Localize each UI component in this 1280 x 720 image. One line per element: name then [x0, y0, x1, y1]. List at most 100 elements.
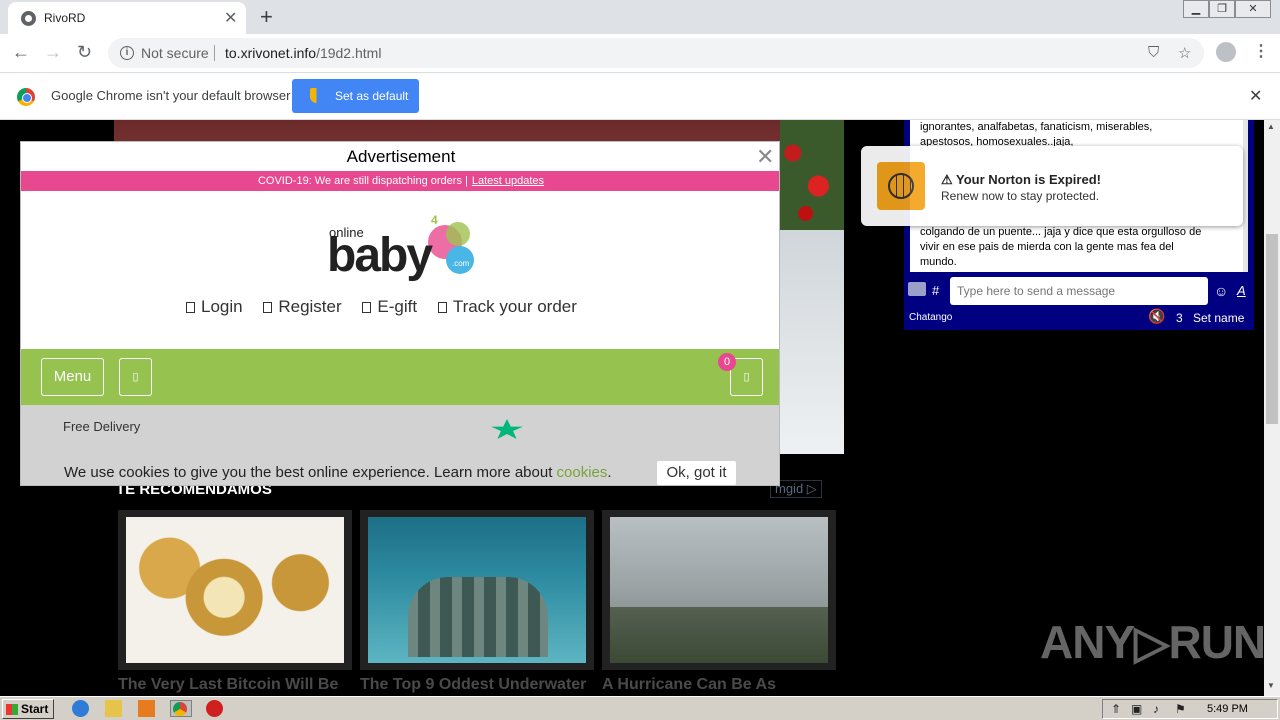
mute-icon[interactable]: 🔇 — [1148, 308, 1165, 325]
bookmark-star-icon[interactable]: ☆ — [1178, 44, 1191, 62]
url-text[interactable]: to.xrivonet.info/19d2.html — [225, 45, 381, 61]
ad-nav-bar: Menu ▯ ▯ 0 — [21, 349, 779, 405]
stop-icon[interactable] — [206, 700, 223, 717]
info-icon[interactable]: i — [120, 46, 134, 60]
chat-brand[interactable]: Chatango — [909, 312, 952, 323]
latest-updates-link[interactable]: Latest updates — [472, 175, 544, 187]
chrome-menu-icon[interactable]: ⋮ — [1253, 41, 1269, 61]
chat-line: mundo. — [920, 256, 957, 268]
user-count: 3 — [1176, 311, 1183, 325]
emoji-icon[interactable]: ☺ — [1214, 283, 1228, 299]
chrome-icon — [173, 702, 187, 716]
start-button[interactable]: Start — [2, 699, 54, 719]
omnibox-divider — [214, 45, 215, 61]
account-links: Login Register E-gift Track your order — [186, 297, 593, 317]
blocked-popup-icon[interactable]: ⛉ — [1148, 44, 1159, 61]
underwater-image[interactable] — [368, 517, 586, 663]
windows-flag-icon — [6, 704, 18, 715]
tray-expand-icon[interactable]: ⇑ — [1111, 702, 1121, 716]
register-link[interactable]: Register — [263, 297, 342, 316]
covid-text: COVID-19: We are still dispatching order… — [257, 175, 468, 187]
profile-avatar[interactable] — [1216, 42, 1236, 62]
default-browser-infobar: Google Chrome isn't your default browser… — [0, 72, 1280, 120]
explorer-folder-icon[interactable] — [105, 700, 122, 717]
menu-button[interactable]: Menu — [41, 358, 104, 396]
logo-com: .com — [452, 259, 470, 268]
new-tab-button[interactable]: + — [260, 4, 273, 30]
logo-four: 4 — [431, 213, 438, 227]
minimize-button[interactable]: ▁ — [1183, 0, 1209, 18]
card-caption-3[interactable]: A Hurricane Can Be As — [602, 676, 776, 694]
camera-icon[interactable] — [908, 282, 926, 296]
text-style-icon[interactable]: A — [1237, 283, 1246, 298]
uac-shield-icon — [310, 88, 323, 103]
set-as-default-button[interactable]: Set as default — [292, 79, 419, 113]
reload-button[interactable]: ↻ — [77, 42, 92, 63]
search-button[interactable]: ▯ — [119, 358, 152, 396]
clock[interactable]: 5:49 PM — [1207, 703, 1248, 715]
ie-icon[interactable] — [72, 700, 89, 717]
system-tray: ⇑ ▣ ♪ ⚑ 5:49 PM — [1102, 699, 1278, 719]
gift-icon — [362, 302, 372, 313]
windows-taskbar: Start ⇑ ▣ ♪ ⚑ 5:49 PM — [0, 696, 1280, 720]
scrollbar-thumb[interactable] — [1266, 234, 1278, 424]
norton-notification[interactable]: ⚠ Your Norton is Expired! Renew now to s… — [861, 146, 1243, 226]
cookie-text: We use cookies to give you the best onli… — [64, 464, 553, 481]
tab-title: RivoRD — [44, 11, 86, 25]
register-icon — [263, 302, 273, 313]
browser-tab[interactable]: RivoRD ✕ — [8, 2, 246, 34]
back-button[interactable]: ← — [12, 42, 30, 63]
cookie-period: . — [607, 464, 612, 481]
volume-icon[interactable]: ♪ — [1153, 702, 1159, 716]
norton-title: ⚠ Your Norton is Expired! — [941, 172, 1101, 187]
ad-heading: Advertisement — [346, 147, 456, 166]
chat-line: ignorantes, analfabetas, fanaticism, mis… — [920, 121, 1153, 133]
tab-strip: RivoRD ✕ + ▁ ❐ ✕ — [0, 0, 1280, 34]
hurricane-image[interactable] — [610, 517, 828, 663]
close-window-button[interactable]: ✕ — [1235, 0, 1271, 18]
set-as-default-label: Set as default — [335, 89, 409, 103]
card-caption-1[interactable]: The Very Last Bitcoin Will Be — [118, 676, 338, 694]
egift-link[interactable]: E-gift — [362, 297, 417, 316]
hashtag-icon[interactable]: # — [932, 283, 939, 298]
close-infobar-icon[interactable]: ✕ — [1249, 86, 1262, 106]
globe-icon — [21, 11, 36, 26]
chat-message-input[interactable] — [950, 277, 1208, 305]
recommend-card-1[interactable] — [118, 510, 352, 670]
cookie-notice: We use cookies to give you the best onli… — [64, 464, 612, 481]
norton-subtitle: Renew now to stay protected. — [941, 189, 1100, 203]
hero-wall — [780, 230, 844, 454]
browser-toolbar: ← → ↻ i Not secure to.xrivonet.info/19d2… — [0, 34, 1280, 72]
not-secure-label: Not secure — [141, 45, 209, 61]
anyrun-watermark: ANY▷RUN — [1040, 616, 1266, 668]
set-name-link[interactable]: Set name — [1193, 311, 1244, 325]
close-tab-icon[interactable]: ✕ — [224, 8, 237, 28]
action-center-flag-icon[interactable]: ⚑ — [1175, 702, 1186, 716]
chat-line: colgando de un puente... jaja y dice que… — [920, 226, 1202, 238]
restore-button[interactable]: ❐ — [1209, 0, 1235, 18]
scroll-up-icon[interactable]: ▲ — [1267, 122, 1275, 131]
login-link[interactable]: Login — [186, 297, 243, 316]
chat-scrollbar[interactable] — [1243, 120, 1248, 272]
close-ad-icon[interactable]: ✕ — [756, 144, 774, 170]
media-player-icon[interactable] — [138, 700, 155, 717]
logo-baby[interactable]: baby — [327, 228, 433, 283]
scroll-down-icon[interactable]: ▼ — [1267, 681, 1275, 690]
recommend-card-3[interactable] — [602, 510, 836, 670]
url-path: /19d2.html — [316, 45, 382, 61]
start-label: Start — [21, 702, 49, 716]
logo-blob-green — [446, 222, 470, 246]
bitcoin-image[interactable] — [126, 517, 344, 663]
ok-got-it-button[interactable]: Ok, got it — [657, 461, 736, 485]
free-delivery-text: Free Delivery — [63, 419, 141, 434]
forward-button[interactable]: → — [44, 42, 62, 63]
cookies-link[interactable]: cookies — [557, 464, 608, 481]
recommend-card-2[interactable] — [360, 510, 594, 670]
network-icon[interactable]: ▣ — [1131, 702, 1142, 716]
page-scrollbar[interactable]: ▲ ▼ — [1264, 120, 1280, 696]
address-bar[interactable]: i Not secure to.xrivonet.info/19d2.html … — [108, 38, 1204, 68]
card-caption-2[interactable]: The Top 9 Oddest Underwater — [360, 676, 586, 694]
web-page: TE RECOMENDAMOS mgid ▷ The Very Last Bit… — [0, 120, 1264, 696]
track-order-link[interactable]: Track your order — [437, 297, 577, 316]
user-icon — [186, 302, 195, 313]
